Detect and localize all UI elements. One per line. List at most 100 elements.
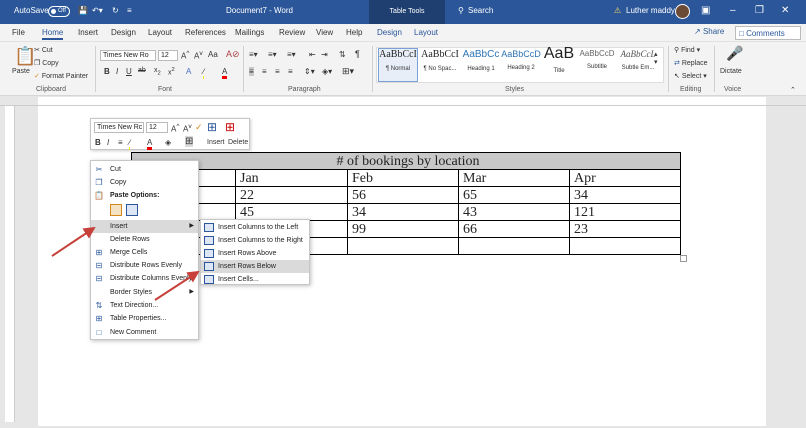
- tab-view[interactable]: View: [316, 28, 333, 37]
- table-cell[interactable]: 23: [569, 220, 681, 238]
- menu-item-insert-rows-above[interactable]: Insert Rows Above: [201, 247, 309, 260]
- restore-icon[interactable]: ❐: [755, 5, 764, 16]
- table-cell[interactable]: 99: [347, 220, 459, 238]
- table-cell[interactable]: 34: [347, 203, 459, 221]
- minimize-icon[interactable]: –: [730, 5, 736, 16]
- style-no-spacing[interactable]: AaBbCcI ¶ No Spac...: [419, 49, 461, 72]
- bold-icon[interactable]: B: [104, 67, 110, 76]
- styles-scroll-icon[interactable]: ▴ ▾: [654, 50, 658, 66]
- format-painter-icon[interactable]: ✓: [195, 122, 203, 133]
- horizontal-ruler[interactable]: [0, 96, 806, 106]
- vertical-ruler[interactable]: [5, 106, 15, 422]
- superscript-icon[interactable]: x2: [168, 67, 175, 76]
- ribbon-display-icon[interactable]: ▣: [701, 5, 710, 16]
- table-cell[interactable]: 45: [235, 203, 348, 221]
- style-title[interactable]: AaB Title: [541, 45, 577, 74]
- menu-item-insert-columns-left[interactable]: Insert Columns to the Left: [201, 221, 309, 234]
- table-cell[interactable]: 65: [458, 186, 570, 204]
- find-button[interactable]: ⚲ Find ▾: [674, 46, 700, 54]
- menu-item-new-comment[interactable]: □ New Comment: [91, 326, 198, 339]
- menu-item-insert[interactable]: Insert ▶: [91, 220, 198, 233]
- mini-delete-button[interactable]: Delete: [228, 139, 248, 146]
- table-resize-handle[interactable]: [680, 255, 687, 262]
- menu-item-text-direction[interactable]: ⇅ Text Direction...: [91, 299, 198, 312]
- mini-insert-button[interactable]: Insert: [207, 139, 225, 146]
- format-painter-button[interactable]: ✓ Format Painter: [34, 72, 88, 80]
- table-cell[interactable]: Mar: [458, 169, 570, 187]
- numbering-icon[interactable]: ≡▾: [268, 50, 277, 59]
- align-center-icon[interactable]: ≡: [262, 67, 267, 76]
- paste-keep-formatting-icon[interactable]: [110, 204, 122, 216]
- font-grow-icon[interactable]: A^: [181, 50, 189, 61]
- tab-table-layout[interactable]: Layout: [414, 28, 438, 37]
- menu-item-insert-rows-below[interactable]: Insert Rows Below: [201, 260, 309, 273]
- tab-home[interactable]: Home: [42, 28, 64, 40]
- table-cell[interactable]: Feb: [347, 169, 459, 187]
- table-cell[interactable]: 66: [458, 220, 570, 238]
- align-icon[interactable]: ≡: [118, 138, 123, 147]
- align-left-icon[interactable]: ≡: [249, 67, 254, 76]
- line-spacing-icon[interactable]: ⇕▾: [304, 67, 315, 76]
- microphone-icon[interactable]: 🎤: [726, 45, 743, 62]
- style-subtitle[interactable]: AaBbCcD Subtitle: [577, 49, 617, 70]
- mini-font-select[interactable]: Times New Rc: [94, 122, 144, 133]
- italic-icon[interactable]: I: [107, 138, 109, 147]
- table-cell[interactable]: [569, 237, 681, 255]
- select-button[interactable]: ↖ Select ▾: [674, 72, 707, 80]
- table-cell[interactable]: 43: [458, 203, 570, 221]
- menu-item-cut[interactable]: ✂ Cut: [91, 163, 198, 176]
- sort-icon[interactable]: ⇅: [339, 50, 346, 59]
- redo-icon[interactable]: ↻: [112, 6, 119, 15]
- copy-button[interactable]: ❐ Copy: [34, 59, 59, 67]
- highlight-icon[interactable]: ∕: [129, 138, 131, 150]
- style-subtle-emphasis[interactable]: AaBbCcL Subtle Em...: [617, 49, 659, 71]
- delete-table-icon[interactable]: ⊞: [225, 120, 235, 134]
- font-shrink-icon[interactable]: Av: [194, 50, 203, 61]
- italic-icon[interactable]: I: [116, 67, 118, 76]
- tab-table-design[interactable]: Design: [377, 28, 402, 37]
- user-name[interactable]: Luther maddy: [626, 6, 675, 15]
- align-right-icon[interactable]: ≡: [275, 67, 280, 76]
- shading-icon[interactable]: ◈: [165, 138, 171, 147]
- shading-icon[interactable]: ◈▾: [322, 67, 332, 76]
- table-cell[interactable]: Jan: [235, 169, 348, 187]
- table-cell[interactable]: 22: [235, 186, 348, 204]
- table-cell[interactable]: 34: [569, 186, 681, 204]
- paste-picture-icon[interactable]: [126, 204, 138, 216]
- mini-size-select[interactable]: 12: [146, 122, 168, 133]
- change-case-icon[interactable]: Aa: [208, 50, 218, 59]
- close-icon[interactable]: ✕: [781, 5, 789, 16]
- font-shrink-icon[interactable]: Av: [183, 123, 192, 134]
- clear-formatting-icon[interactable]: A⊘: [226, 49, 240, 60]
- borders-icon[interactable]: ⊞▾: [342, 66, 354, 77]
- text-effects-icon[interactable]: A: [186, 67, 191, 76]
- strikethrough-icon[interactable]: ab: [138, 67, 146, 74]
- font-grow-icon[interactable]: A^: [171, 123, 179, 134]
- menu-item-table-properties[interactable]: ⊞ Table Properties...: [91, 312, 198, 325]
- font-color-icon[interactable]: A: [147, 138, 153, 150]
- autosave-toggle[interactable]: Off: [48, 6, 70, 17]
- font-name-select[interactable]: Times New Ro: [100, 50, 156, 61]
- tab-insert[interactable]: Insert: [78, 28, 98, 37]
- table-cell[interactable]: [458, 237, 570, 255]
- menu-item-insert-cells[interactable]: Insert Cells...: [201, 273, 309, 286]
- save-icon[interactable]: 💾: [78, 6, 88, 15]
- cut-button[interactable]: ✂ Cut: [34, 46, 53, 54]
- table-title-cell[interactable]: # of bookings by location: [131, 152, 681, 170]
- borders-icon[interactable]: ⊞: [185, 136, 194, 147]
- menu-item-border-styles[interactable]: Border Styles ▶: [91, 286, 198, 299]
- highlight-icon[interactable]: ∕: [203, 67, 205, 79]
- underline-icon[interactable]: U: [126, 67, 132, 76]
- share-button[interactable]: ↗ Share: [694, 27, 724, 36]
- tab-review[interactable]: Review: [279, 28, 305, 37]
- avatar[interactable]: [675, 4, 690, 19]
- paste-button[interactable]: Paste: [12, 68, 30, 75]
- menu-item-insert-columns-right[interactable]: Insert Columns to the Right: [201, 234, 309, 247]
- search-icon[interactable]: ⚲: [458, 6, 464, 15]
- table-cell[interactable]: 56: [347, 186, 459, 204]
- collapse-ribbon-icon[interactable]: ⌃: [790, 86, 796, 94]
- tab-references[interactable]: References: [185, 28, 226, 37]
- menu-item-distribute-rows[interactable]: ⊟ Distribute Rows Evenly: [91, 259, 198, 272]
- table-cell[interactable]: [347, 237, 459, 255]
- search-label[interactable]: Search: [468, 6, 493, 15]
